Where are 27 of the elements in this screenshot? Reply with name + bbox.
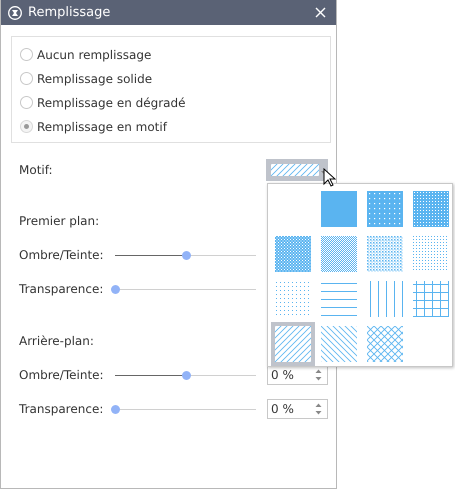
slider-thumb[interactable] bbox=[111, 284, 120, 294]
radio-label[interactable]: Remplissage en motif bbox=[37, 120, 167, 134]
pattern-dropdown[interactable] bbox=[266, 159, 328, 181]
section-label: Arrière-plan: bbox=[18, 333, 95, 350]
spin-arrows-icon[interactable] bbox=[315, 368, 322, 382]
window-title: Remplissage bbox=[28, 5, 112, 20]
pattern-option[interactable] bbox=[271, 322, 315, 366]
radio-button[interactable] bbox=[20, 120, 33, 133]
slider-label: Ombre/Teinte: bbox=[18, 248, 105, 262]
app-icon bbox=[8, 6, 22, 20]
slider-label: Transparence: bbox=[18, 282, 104, 296]
section-label: Premier plan: bbox=[18, 213, 100, 230]
radio-label[interactable]: Remplissage en dégradé bbox=[37, 96, 186, 110]
slider-label: Transparence: bbox=[18, 402, 104, 416]
slider-label: Ombre/Teinte: bbox=[18, 368, 105, 382]
slider-thumb[interactable] bbox=[111, 404, 120, 414]
radio-button[interactable] bbox=[20, 96, 33, 109]
radio-button[interactable] bbox=[20, 72, 33, 85]
radio-label[interactable]: Remplissage solide bbox=[37, 72, 152, 86]
radio-label[interactable]: Aucun remplissage bbox=[37, 48, 152, 62]
spin-arrows-icon[interactable] bbox=[315, 402, 322, 416]
pattern-label: Motif: bbox=[18, 163, 54, 177]
close-icon[interactable] bbox=[315, 7, 326, 18]
spin-field[interactable]: 0 % bbox=[267, 399, 328, 419]
radio-button[interactable] bbox=[20, 48, 33, 61]
slider-thumb[interactable] bbox=[182, 250, 190, 260]
slider-thumb[interactable] bbox=[182, 370, 190, 380]
